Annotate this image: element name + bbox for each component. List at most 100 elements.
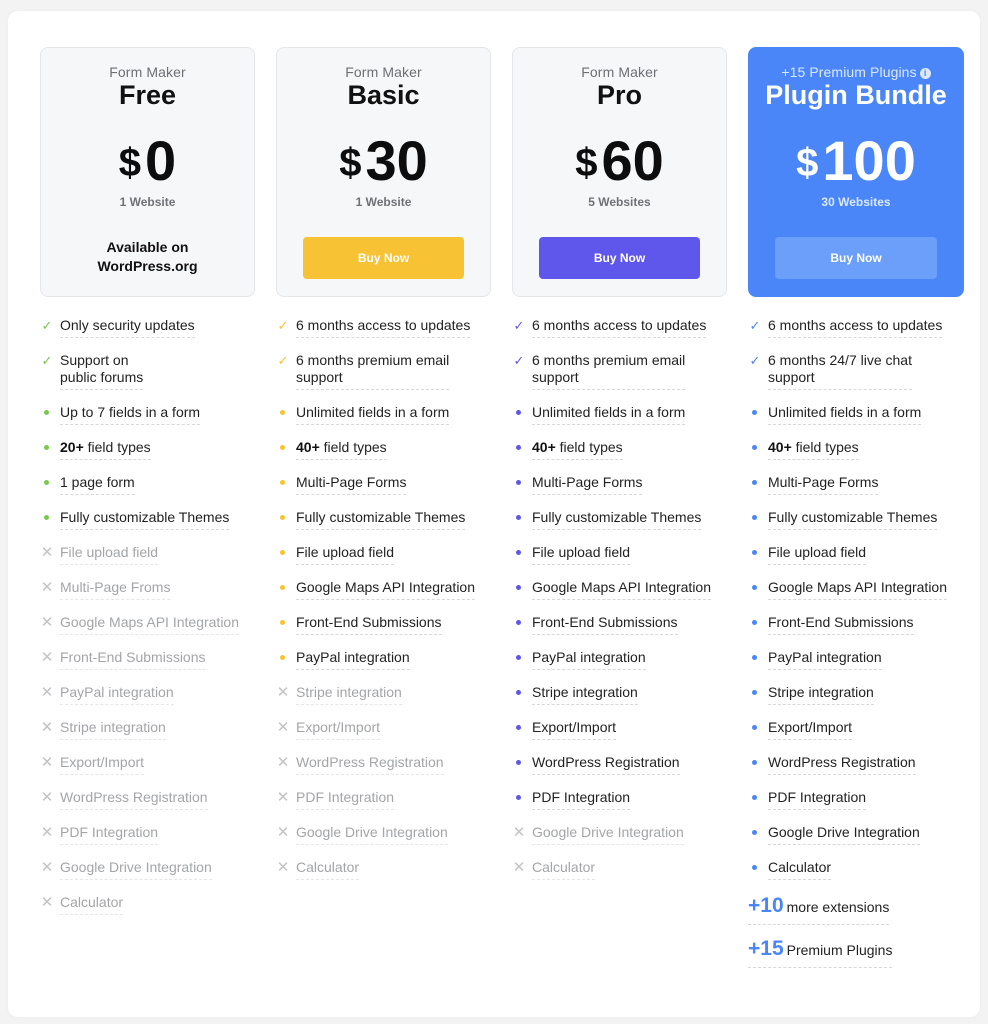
check-icon: ✓ bbox=[277, 353, 289, 368]
bullet-dot-icon bbox=[748, 544, 762, 561]
x-icon: ✕ bbox=[40, 719, 54, 736]
feature-item: Unlimited fields in a form bbox=[748, 404, 964, 425]
feature-text: PDF Integration bbox=[60, 824, 159, 845]
feature-item: Multi-Page Forms bbox=[512, 474, 727, 495]
feature-text: Multi-Page Forms bbox=[296, 474, 407, 495]
check-icon: ✓ bbox=[513, 353, 525, 368]
feature-item: ✕ Calculator bbox=[40, 894, 255, 915]
bullet-dot-icon bbox=[276, 474, 290, 491]
check-icon: ✓ bbox=[277, 318, 289, 333]
feature-item: ✕ WordPress Registration bbox=[40, 789, 255, 810]
feature-text: 40+ field types bbox=[768, 439, 859, 460]
bullet-dot-icon bbox=[512, 439, 526, 456]
buy-now-button[interactable]: Buy Now bbox=[775, 237, 937, 279]
feature-text: Stripe integration bbox=[296, 684, 402, 705]
feature-text: Stripe integration bbox=[532, 684, 638, 705]
feature-item: Front-End Submissions bbox=[276, 614, 491, 635]
feature-item: WordPress Registration bbox=[512, 754, 727, 775]
currency-symbol: $ bbox=[575, 141, 598, 185]
feature-list: ✓ Only security updates ✓ Support on public … bbox=[40, 317, 255, 929]
feature-text: Unlimited fields in a form bbox=[532, 404, 686, 425]
feature-text: 6 months access to updates bbox=[296, 317, 471, 338]
feature-text: Calculator bbox=[60, 894, 124, 915]
feature-text: Google Maps API Integration bbox=[532, 579, 711, 600]
info-icon[interactable]: i bbox=[919, 68, 931, 79]
feature-text: Google Drive Integration bbox=[60, 859, 212, 880]
feature-item: ✓ 6 months premium email support bbox=[512, 352, 727, 390]
feature-text: 1 page form bbox=[60, 474, 135, 495]
feature-item: ✓ Support on public forums bbox=[40, 352, 255, 390]
plan-plugin-bundle: +15 Premium Plugins i Plugin Bundle $100 … bbox=[748, 47, 964, 968]
feature-item: ✕ Export/Import bbox=[276, 719, 491, 740]
bullet-dot-icon bbox=[276, 404, 290, 421]
feature-item: ✕ Google Maps API Integration bbox=[40, 614, 255, 635]
bullet-dot-icon bbox=[276, 649, 290, 666]
bullet-dot-icon bbox=[748, 859, 762, 876]
feature-item: ✓ 6 months premium email support bbox=[276, 352, 491, 390]
feature-item: Front-End Submissions bbox=[748, 614, 964, 635]
feature-text: 6 months access to updates bbox=[768, 317, 943, 338]
feature-item: Multi-Page Forms bbox=[748, 474, 964, 495]
feature-item: ✓ Only security updates bbox=[40, 317, 255, 338]
plan-pro: Form Maker Pro $60 5 Websites Buy Now ✓ 6… bbox=[512, 47, 727, 880]
feature-item: PayPal integration bbox=[276, 649, 491, 670]
feature-text: 40+ field types bbox=[532, 439, 623, 460]
feature-text: PayPal integration bbox=[296, 649, 410, 670]
feature-text: Support on public forums bbox=[60, 352, 144, 390]
x-icon: ✕ bbox=[276, 824, 290, 841]
feature-text: Fully customizable Themes bbox=[60, 509, 230, 530]
feature-text: Front-End Submissions bbox=[296, 614, 442, 635]
feature-text: 6 months 24/7 live chat support bbox=[768, 352, 912, 390]
feature-text: Front-End Submissions bbox=[768, 614, 914, 635]
feature-text: PDF Integration bbox=[532, 789, 631, 810]
feature-text: 6 months premium email support bbox=[532, 352, 686, 390]
feature-item: ✕ Stripe integration bbox=[40, 719, 255, 740]
bullet-dot-icon bbox=[748, 754, 762, 771]
feature-text: Calculator bbox=[768, 859, 832, 880]
feature-item: Google Maps API Integration bbox=[748, 579, 964, 600]
x-icon: ✕ bbox=[40, 684, 54, 701]
feature-text: 20+ field types bbox=[60, 439, 151, 460]
extra-count: +15 bbox=[748, 937, 784, 960]
x-icon: ✕ bbox=[40, 614, 54, 631]
bullet-dot-icon bbox=[512, 754, 526, 771]
price-amount: 100 bbox=[822, 129, 916, 192]
buy-now-button[interactable]: Buy Now bbox=[539, 237, 700, 279]
x-icon: ✕ bbox=[276, 684, 290, 701]
feature-text: Calculator bbox=[296, 859, 360, 880]
plan-sites: 1 Website bbox=[119, 195, 176, 209]
feature-text: WordPress Registration bbox=[296, 754, 444, 775]
feature-item: ✕ PDF Integration bbox=[40, 824, 255, 845]
feature-text: Only security updates bbox=[60, 317, 195, 338]
feature-item: ✕ Stripe integration bbox=[276, 684, 491, 705]
bullet-dot-icon bbox=[748, 824, 762, 841]
bullet-dot-icon bbox=[748, 649, 762, 666]
plan-subtitle: Form Maker bbox=[109, 64, 186, 80]
feature-text: Stripe integration bbox=[60, 719, 166, 740]
extra-text: +15 Premium Plugins bbox=[748, 937, 893, 968]
feature-item: ✕ Google Drive Integration bbox=[276, 824, 491, 845]
feature-list: ✓ 6 months access to updates ✓ 6 months 24/… bbox=[748, 317, 964, 980]
bullet-dot-icon bbox=[512, 614, 526, 631]
pricing-table: Form Maker Free $0 1 Website Available o… bbox=[8, 11, 980, 1017]
feature-item: ✕ Export/Import bbox=[40, 754, 255, 775]
buy-now-button[interactable]: Buy Now bbox=[303, 237, 464, 279]
price-amount: 60 bbox=[601, 129, 664, 192]
feature-item: 40+ field types bbox=[748, 439, 964, 460]
feature-item: Unlimited fields in a form bbox=[276, 404, 491, 425]
check-icon: ✓ bbox=[749, 353, 761, 368]
feature-text: Google Drive Integration bbox=[296, 824, 448, 845]
feature-text: Multi-Page Forms bbox=[532, 474, 643, 495]
feature-item: Fully customizable Themes bbox=[748, 509, 964, 530]
extra-text: +10 more extensions bbox=[748, 894, 890, 925]
feature-text: Export/Import bbox=[768, 719, 853, 740]
feature-highlight: 40+ bbox=[768, 439, 792, 455]
feature-item: Stripe integration bbox=[512, 684, 727, 705]
plan-name: Free bbox=[118, 80, 177, 110]
feature-item: ✕ PayPal integration bbox=[40, 684, 255, 705]
plan-sites: 30 Websites bbox=[821, 195, 891, 209]
bullet-dot-icon bbox=[40, 439, 54, 456]
bullet-dot-icon bbox=[276, 509, 290, 526]
bullet-dot-icon bbox=[512, 684, 526, 701]
feature-item: 40+ field types bbox=[512, 439, 727, 460]
